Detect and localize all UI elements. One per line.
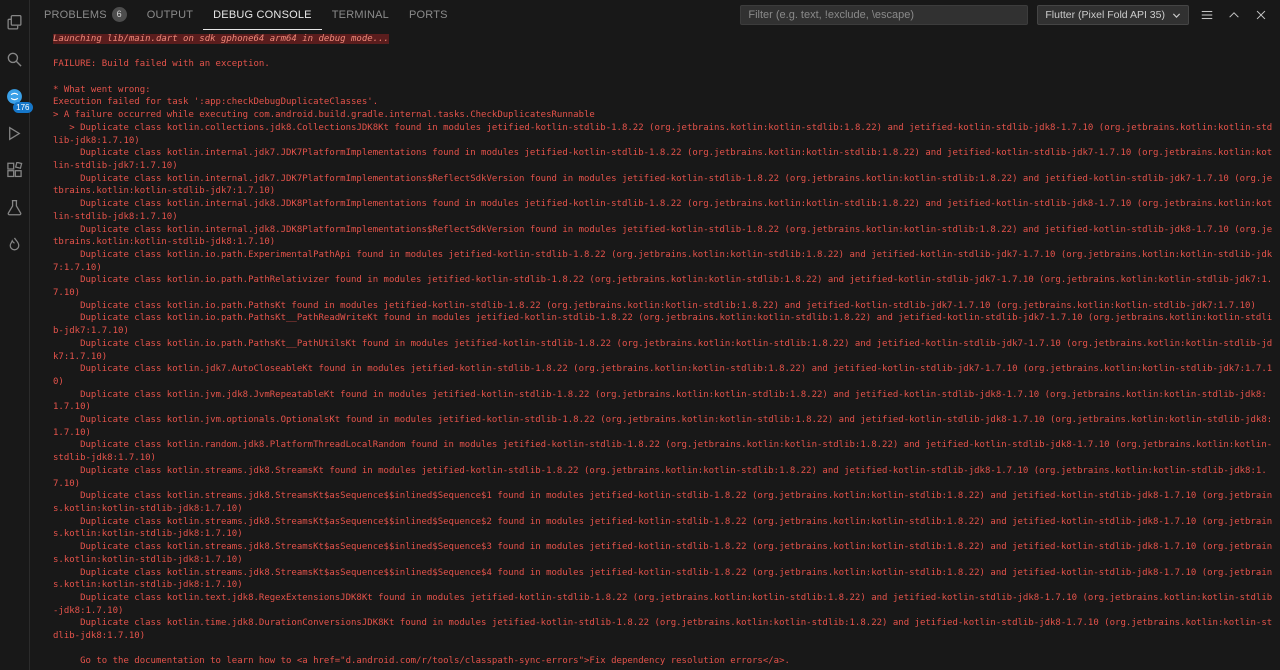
tab-output[interactable]: OUTPUT [137,0,203,30]
console-line: Duplicate class kotlin.internal.jdk7.JDK… [53,173,1274,198]
console-line-text: Duplicate class kotlin.internal.jdk7.JDK… [53,148,1273,171]
console-line: Duplicate class kotlin.internal.jdk7.JDK… [53,147,1274,172]
console-line-text: Duplicate class kotlin.io.path.Experimen… [53,249,1273,273]
console-line-text: Duplicate class kotlin.streams.jdk8.Stre… [53,542,1273,565]
console-line: Duplicate class kotlin.jvm.optionals.Opt… [53,414,1274,439]
maximize-panel-icon[interactable] [1225,6,1243,24]
filter-input[interactable] [740,5,1029,25]
console-line-text: Execution failed for task ':app:checkDeb… [53,97,379,108]
tab-badge: 6 [111,7,127,22]
console-line: Execution failed for task ':app:checkDeb… [53,96,1274,109]
console-line-text: > A failure occurred while executing com… [53,110,595,121]
console-line: Duplicate class kotlin.internal.jdk8.JDK… [53,198,1274,223]
console-line: Duplicate class kotlin.streams.jdk8.Stre… [53,541,1274,566]
vscode-panel-window: 176 PROBLEMS 6 OUTPUT DEBUG CONSOLE TERM… [0,0,1280,670]
console-line-text: Duplicate class kotlin.streams.jdk8.Stre… [53,465,1267,489]
console-line-text: Duplicate class kotlin.streams.jdk8.Stre… [53,567,1273,591]
console-line-text: Duplicate class kotlin.jdk7.AutoCloseabl… [53,364,1273,387]
run-debug-icon[interactable] [3,121,27,145]
console-line-text: > Duplicate class kotlin.collections.jdk… [53,122,1273,146]
close-panel-icon[interactable] [1252,6,1270,24]
console-line-text: Duplicate class kotlin.jvm.optionals.Opt… [53,415,1273,438]
console-line: Duplicate class kotlin.jvm.jdk8.JvmRepea… [53,389,1274,414]
console-line-text: Duplicate class kotlin.io.path.PathRelat… [53,275,1273,299]
tab-ports[interactable]: PORTS [399,0,458,30]
tab-terminal[interactable]: TERMINAL [322,0,399,30]
console-line-text: Duplicate class kotlin.internal.jdk7.JDK… [53,173,1273,197]
console-line-highlighted-text: Launching lib/main.dart on sdk gphone64 … [53,34,389,44]
console-line: Duplicate class kotlin.text.jdk8.RegexEx… [53,592,1274,617]
console-line-text: Duplicate class kotlin.internal.jdk8.JDK… [53,199,1273,222]
console-line: > A failure occurred while executing com… [53,109,1274,122]
tab-debug-console[interactable]: DEBUG CONSOLE [203,0,322,30]
device-selector-dropdown[interactable]: Flutter (Pixel Fold API 35) [1037,5,1189,25]
search-icon[interactable] [3,47,27,71]
chevron-down-icon [1172,12,1181,18]
console-line: > Duplicate class kotlin.collections.jdk… [53,122,1274,147]
console-line: Launching lib/main.dart on sdk gphone64 … [53,33,1274,46]
flame-icon[interactable] [3,232,27,256]
console-line-text: Duplicate class kotlin.internal.jdk8.JDK… [53,224,1273,248]
testing-icon[interactable] [3,195,27,219]
console-line-text: Duplicate class kotlin.io.path.PathsKt__… [53,338,1273,362]
console-line: Duplicate class kotlin.streams.jdk8.Stre… [53,567,1274,592]
console-line: FAILURE: Build failed with an exception. [53,58,1274,71]
console-line: Duplicate class kotlin.random.jdk8.Platf… [53,439,1274,464]
console-line: Duplicate class kotlin.jdk7.AutoCloseabl… [53,363,1274,388]
tab-label: TERMINAL [331,8,389,21]
console-line-text: * What went wrong: [53,84,151,95]
device-selector-label: Flutter (Pixel Fold API 35) [1045,9,1165,21]
panel-tabs: PROBLEMS 6 OUTPUT DEBUG CONSOLE TERMINAL PORT… [34,0,458,30]
console-line-text: Go to the documentation to learn how to … [53,656,790,667]
console-line-text: Duplicate class kotlin.streams.jdk8.Stre… [53,516,1273,540]
console-output[interactable]: Launching lib/main.dart on sdk gphone64 … [30,30,1280,670]
console-line: Duplicate class kotlin.streams.jdk8.Stre… [53,465,1274,490]
console-line: * What went wrong: [53,84,1274,97]
copy-files-icon[interactable] [3,10,27,34]
console-line-text: Duplicate class kotlin.text.jdk8.RegexEx… [53,592,1273,616]
console-line-text: Duplicate class kotlin.streams.jdk8.Stre… [53,491,1273,514]
console-line-text: FAILURE: Build failed with an exception. [53,59,270,70]
console-line: Duplicate class kotlin.io.path.PathsKt__… [53,312,1274,337]
tab-label: PROBLEMS [44,8,107,21]
tab-problems[interactable]: PROBLEMS 6 [34,0,137,30]
console-line-text: Duplicate class kotlin.time.jdk8.Duratio… [53,618,1273,642]
console-line: Duplicate class kotlin.io.path.PathRelat… [53,274,1274,299]
console-line: Duplicate class kotlin.io.path.PathsKt__… [53,338,1274,363]
console-line: Duplicate class kotlin.io.path.PathsKt f… [53,300,1274,313]
panel-actions-icon[interactable] [1198,6,1216,24]
tab-label: PORTS [408,8,448,21]
panel-header: PROBLEMS 6 OUTPUT DEBUG CONSOLE TERMINAL PORT… [30,0,1280,30]
console-line-text: Duplicate class kotlin.random.jdk8.Platf… [53,440,1273,464]
console-line: Duplicate class kotlin.time.jdk8.Duratio… [53,617,1274,642]
console-line-text: Duplicate class kotlin.io.path.PathsKt__… [53,313,1273,337]
console-line: Go to the documentation to learn how to … [53,655,1274,668]
extensions-icon[interactable] [3,158,27,182]
console-line: Duplicate class kotlin.streams.jdk8.Stre… [53,490,1274,515]
console-line-text: Duplicate class kotlin.jvm.jdk8.JvmRepea… [53,389,1267,413]
panel-header-actions: Flutter (Pixel Fold API 35) [740,0,1280,30]
tab-label: OUTPUT [146,8,194,21]
tab-label: DEBUG CONSOLE [213,8,312,21]
chat-badge: 176 [13,102,33,113]
console-line: Duplicate class kotlin.streams.jdk8.Stre… [53,516,1274,541]
panel-main: PROBLEMS 6 OUTPUT DEBUG CONSOLE TERMINAL PORT… [30,0,1280,670]
console-line-text: Duplicate class kotlin.io.path.PathsKt f… [53,300,1256,311]
console-line: Duplicate class kotlin.internal.jdk8.JDK… [53,224,1274,249]
activity-bar: 176 [0,0,33,670]
console-line: Duplicate class kotlin.io.path.Experimen… [53,249,1274,274]
chat-icon[interactable]: 176 [3,84,33,113]
